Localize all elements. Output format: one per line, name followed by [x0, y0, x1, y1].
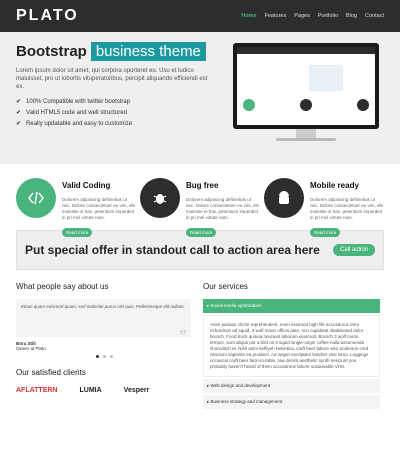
accordion-item[interactable]: ▸ Web design and development [203, 379, 380, 393]
accordion-body: Anim pariatur cliche reprehenderit, enim… [203, 315, 380, 377]
services-column: Our services ▸ Social media optimization… [203, 282, 380, 411]
carousel-dot[interactable] [103, 355, 106, 358]
monitor-image [233, 43, 379, 143]
nav-pages[interactable]: Pages [294, 13, 310, 19]
bug-icon [140, 178, 180, 218]
nav-contact[interactable]: Contact [365, 13, 384, 19]
monitor-stand [296, 129, 316, 138]
feature-title: Mobile ready [310, 181, 359, 190]
top-navbar: PLATO Home Features Pages Portfolio Blog… [0, 0, 400, 32]
screen-illustration [309, 65, 343, 91]
services-heading: Our services [203, 282, 248, 291]
carousel-dot[interactable] [110, 355, 113, 358]
client-logo: AFLATTERN [16, 387, 58, 394]
client-logos: AFLATTERN LUMIA Vesperr [16, 387, 191, 394]
read-more-button[interactable]: Read more [310, 228, 341, 237]
hero-title-part1: Bootstrap [16, 43, 87, 60]
testimonial-author: Bora Still Owner at Plato [16, 341, 46, 351]
hero-section: Bootstrap business theme Lorem ipsum dol… [0, 32, 400, 164]
carousel-dot[interactable] [96, 355, 99, 358]
accordion-item[interactable]: ▸ Social media optimization [203, 299, 380, 313]
carousel-dots [96, 355, 191, 358]
feature-text: Dolorem adipiscing definiebas ut nec. Do… [186, 197, 259, 220]
hero-description: Lorem ipsum dolor sit amet, qui corpora … [16, 68, 208, 90]
check-icon: ✔ [16, 110, 22, 116]
nav-portfolio[interactable]: Portfolio [318, 13, 338, 19]
testimonials-heading: What people say about us [16, 282, 109, 291]
clients-heading: Our satisfied clients [16, 368, 86, 377]
android-icon [264, 178, 304, 218]
testimonials-column: What people say about us Etiam quam euis… [16, 282, 191, 411]
hero-title-highlight: business theme [90, 42, 206, 61]
cta-title: Put special offer in standout call to ac… [25, 243, 320, 257]
brand-logo[interactable]: PLATO [16, 7, 79, 25]
main-nav: Home Features Pages Portfolio Blog Conta… [241, 13, 384, 19]
feature-text: Dolorem adipiscing definiebas ut nec. Do… [62, 197, 135, 220]
nav-blog[interactable]: Blog [346, 13, 357, 19]
nav-home[interactable]: Home [241, 13, 256, 19]
check-icon: ✔ [16, 121, 22, 127]
accordion-item[interactable]: ▸ Business strategy and management [203, 395, 380, 409]
nav-features[interactable]: Features [265, 13, 287, 19]
bottom-section: What people say about us Etiam quam euis… [0, 270, 400, 423]
code-icon [16, 178, 56, 218]
read-more-button[interactable]: Read more [62, 228, 93, 237]
feature-title: Bug free [186, 181, 219, 190]
testimonial-quote: Etiam quam euismod quam, sed molestie pu… [16, 299, 191, 348]
client-logo: Vesperr [123, 387, 150, 394]
client-logo: LUMIA [79, 387, 102, 394]
feature-title: Valid Coding [62, 181, 111, 190]
cta-button[interactable]: Call action [332, 244, 375, 256]
monitor-screen [233, 43, 379, 129]
read-more-button[interactable]: Read more [186, 228, 217, 237]
feature-text: Dolorem adipiscing definiebas ut nec. Do… [310, 197, 383, 220]
monitor-base [276, 138, 336, 141]
quote-icon: ” [178, 327, 185, 349]
check-icon: ✔ [16, 99, 22, 105]
